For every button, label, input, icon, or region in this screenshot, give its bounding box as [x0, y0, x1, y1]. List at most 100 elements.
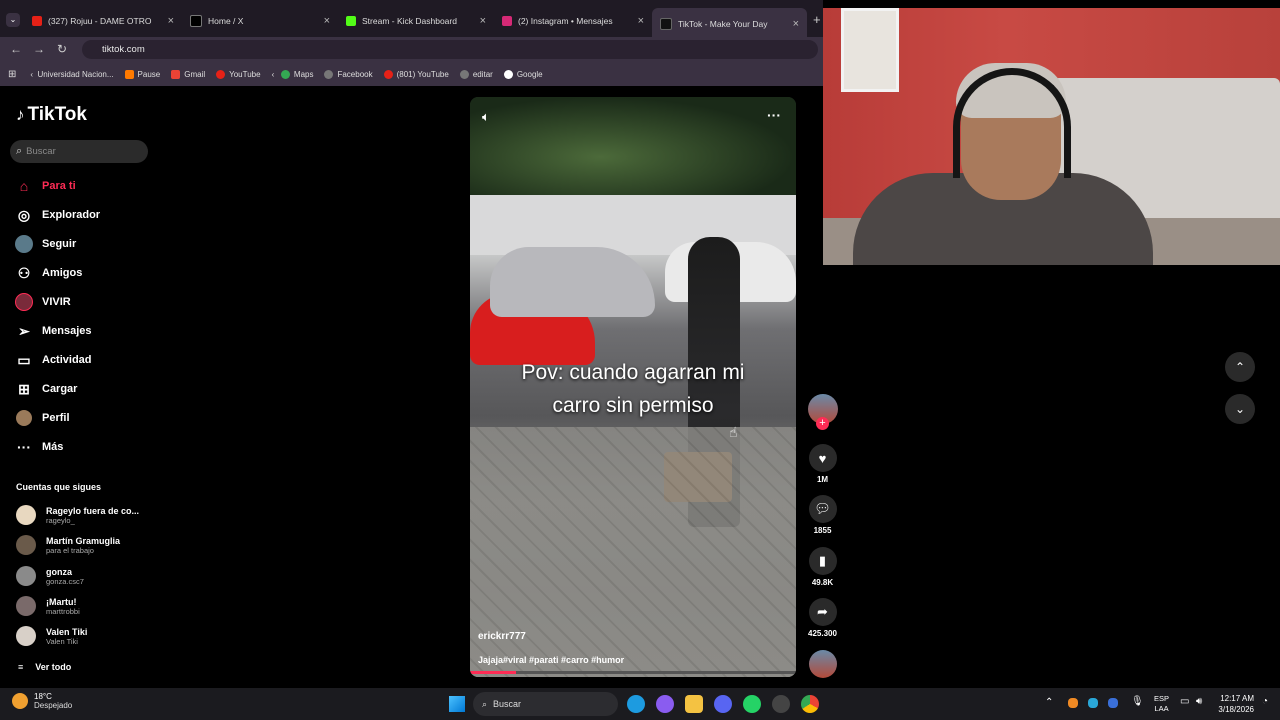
language-indicator[interactable]: ESP LAA: [1154, 694, 1169, 714]
tab-instagram[interactable]: (2) Instagram • Mensajes ×: [494, 8, 652, 34]
next-video-button[interactable]: ⌄: [1225, 394, 1255, 424]
microphone-icon[interactable]: 🎙︎: [1131, 696, 1144, 707]
video-hashtags[interactable]: Jajaja#viral #parati #carro #humor: [478, 655, 624, 665]
followed-account[interactable]: gonza gonza.csc7: [16, 566, 84, 586]
bookmark-item[interactable]: (801) YouTube: [383, 69, 449, 79]
tray-app-icon[interactable]: [1068, 698, 1078, 708]
close-icon[interactable]: ×: [638, 15, 644, 27]
close-icon[interactable]: ×: [324, 15, 330, 27]
forward-icon[interactable]: →: [33, 42, 45, 56]
bookmark-item[interactable]: Facebook: [324, 69, 373, 79]
address-bar-row: ← → ↻ tiktok.com: [0, 37, 823, 62]
followed-account[interactable]: ¡Martu! marttrobbi: [16, 596, 80, 616]
tiktok-logo[interactable]: ♪ TikTok: [16, 104, 87, 126]
video-caption: Pov: cuando agarran mi carro sin permiso: [521, 361, 745, 417]
followed-account[interactable]: Valen Tiki Valen Tiki: [16, 626, 87, 646]
x-logo-icon: [190, 15, 202, 27]
nav-actividad[interactable]: ▭ Actividad: [14, 350, 91, 370]
volume-icon[interactable]: 🔈︎: [482, 109, 490, 125]
edge-icon[interactable]: [627, 695, 645, 713]
webcam-window: [841, 8, 899, 92]
gmail-icon: [171, 69, 181, 79]
url-bar[interactable]: tiktok.com: [82, 40, 818, 59]
following-icon: [14, 234, 34, 254]
globe-icon: [324, 69, 334, 79]
comment-button[interactable]: 💬︎ 1855: [807, 495, 838, 535]
clock[interactable]: 12:17 AM 3/18/2026: [1214, 693, 1254, 715]
tray-app-icon[interactable]: [1088, 698, 1098, 708]
video-progress-bar[interactable]: [470, 671, 796, 674]
tray-app-icon[interactable]: [1108, 698, 1118, 708]
nav-seguir[interactable]: Seguir: [14, 234, 76, 254]
save-button[interactable]: ▮ 49.8K: [807, 547, 838, 587]
start-button[interactable]: [449, 696, 465, 712]
search-icon: ⌕: [16, 145, 23, 157]
whatsapp-icon[interactable]: [743, 695, 761, 713]
tab-list-chevron-icon[interactable]: ⌄: [6, 13, 20, 27]
tiktok-icon: [660, 18, 672, 30]
weather-widget[interactable]: 18°C Despejado: [12, 692, 72, 710]
tab-x[interactable]: Home / X ×: [182, 8, 338, 34]
bookmark-item[interactable]: Gmail: [171, 69, 205, 79]
bookmark-item[interactable]: editar: [459, 69, 493, 79]
bookmark-item[interactable]: Google: [503, 69, 543, 79]
obs-icon[interactable]: [772, 695, 790, 713]
taskbar: 18°C Despejado ⌕ Buscar ⌃ 🎙︎ ESP LAA ▭ 🔊︎ 1…: [0, 688, 1280, 720]
tray-chevron-icon[interactable]: ⌃: [1045, 697, 1053, 708]
like-button[interactable]: ♥ 1M: [807, 444, 838, 484]
video-username[interactable]: erickrr777: [478, 631, 526, 642]
send-icon: ➢: [18, 322, 30, 339]
bookmark-icon: [124, 69, 134, 79]
reload-icon[interactable]: ↻: [57, 42, 67, 56]
nav-mensajes[interactable]: ➢ Mensajes: [14, 321, 91, 341]
creator-avatar-button[interactable]: +: [807, 394, 838, 430]
music-disc-icon: [808, 650, 837, 678]
discord-icon[interactable]: [714, 695, 732, 713]
network-icon[interactable]: ▭: [1180, 696, 1189, 707]
taskbar-search[interactable]: ⌕ Buscar: [473, 692, 618, 716]
share-icon: ➦: [808, 598, 837, 626]
bookmark-item[interactable]: ‹ Universidad Nacion...: [30, 70, 113, 79]
follow-plus-icon[interactable]: +: [816, 417, 829, 430]
close-icon[interactable]: ×: [793, 18, 799, 30]
music-disc-button[interactable]: [807, 650, 838, 678]
back-icon[interactable]: ←: [10, 42, 22, 56]
chevron-down-icon: ⌄: [1234, 402, 1246, 416]
tab-kick[interactable]: Stream - Kick Dashboard ×: [338, 8, 494, 34]
bookmark-item[interactable]: ‹ Maps: [272, 69, 313, 79]
see-all-link[interactable]: ≡ Ver todo: [18, 662, 71, 672]
previous-video-button[interactable]: ⌃: [1225, 352, 1255, 382]
mouse-cursor-icon: ☝︎: [729, 424, 738, 440]
new-tab-button[interactable]: +: [813, 12, 821, 27]
tab-tiktok[interactable]: TikTok - Make Your Day ×: [652, 8, 807, 40]
nav-para-ti[interactable]: ⌂ Para ti: [14, 176, 76, 196]
more-options-icon[interactable]: ···: [767, 107, 781, 123]
nav-cargar[interactable]: ⊞ Cargar: [14, 379, 77, 399]
tab-youtube[interactable]: (327) Rojuu - DAME OTRO ×: [24, 8, 182, 34]
tiktok-note-icon: ♪: [16, 105, 25, 124]
list-icon: ≡: [18, 662, 24, 672]
close-icon[interactable]: ×: [168, 15, 174, 27]
followed-account[interactable]: Martín Gramuglia para el trabajo: [16, 535, 120, 555]
nav-mas[interactable]: ··· Más: [14, 437, 63, 457]
share-button[interactable]: ➦ 425.300: [807, 598, 838, 638]
youtube-icon: [32, 16, 42, 26]
nav-perfil[interactable]: Perfil: [14, 408, 70, 428]
volume-icon[interactable]: 🔊︎: [1196, 696, 1202, 707]
bookmark-item[interactable]: Pause: [124, 69, 160, 79]
bookmark-item[interactable]: YouTube: [216, 69, 261, 79]
maps-icon: [280, 69, 290, 79]
followed-account[interactable]: Rageylo fuera de co... rageylo_: [16, 505, 139, 525]
nav-vivir[interactable]: VIVIR: [14, 292, 71, 312]
nav-explorador[interactable]: ◎ Explorador: [14, 205, 100, 225]
notification-icon[interactable]: ◔: [1262, 696, 1268, 707]
copilot-icon[interactable]: [656, 695, 674, 713]
chrome-icon[interactable]: [801, 695, 819, 713]
weather-icon: [12, 693, 28, 709]
file-explorer-icon[interactable]: [685, 695, 703, 713]
close-icon[interactable]: ×: [480, 15, 486, 27]
apps-icon[interactable]: ⊞: [8, 69, 16, 80]
more-icon: ···: [17, 439, 31, 455]
search-input[interactable]: ⌕ Buscar: [10, 140, 148, 163]
nav-amigos[interactable]: ⚇ Amigos: [14, 263, 83, 283]
